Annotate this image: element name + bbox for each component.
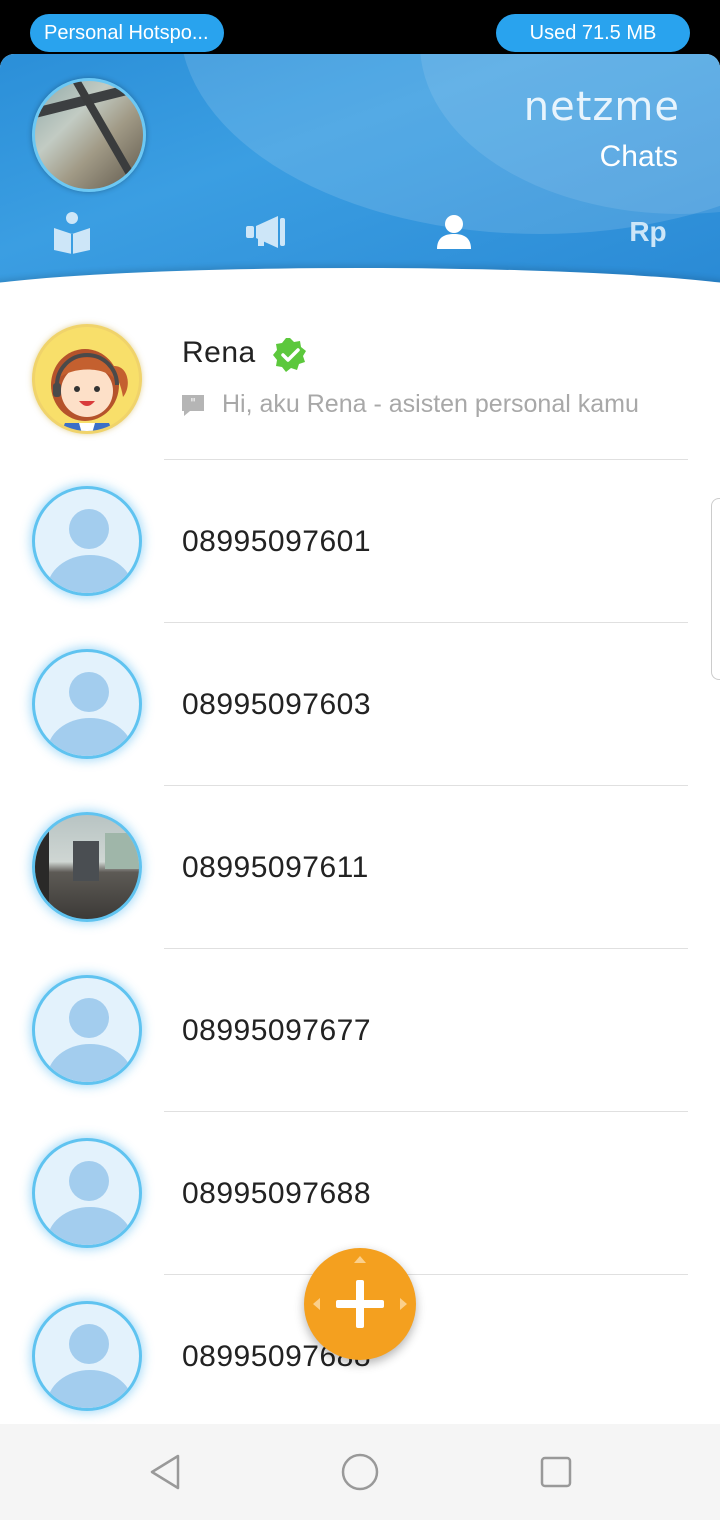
phone-screen: Personal Hotspo... Used 71.5 MB netzme C… [0, 0, 720, 1520]
data-usage-pill[interactable]: Used 71.5 MB [496, 14, 690, 52]
tab-book[interactable] [42, 204, 102, 260]
megaphone-icon [246, 216, 285, 248]
edge-panel-handle[interactable] [711, 498, 720, 680]
header-curve [0, 268, 720, 286]
arrow-right-icon [400, 1298, 407, 1310]
chat-name: Rena [182, 336, 256, 369]
photo-detail [105, 833, 139, 869]
chat-preview-text: Hi, aku Rena - asisten personal kamu [222, 390, 639, 418]
default-avatar [32, 649, 142, 759]
avatar-head [69, 509, 109, 549]
chat-name: 08995097603 [182, 687, 372, 721]
book-icon [54, 212, 90, 254]
photo-avatar [32, 812, 142, 922]
chat-name: 08995097677 [182, 1013, 372, 1047]
avatar-body [47, 718, 133, 756]
app-header: netzme Chats Rp [0, 54, 720, 286]
app-window: netzme Chats Rp Rena " Hi, aku Rena - as… [0, 54, 720, 1424]
chat-name: 08995097601 [182, 524, 372, 558]
home-icon[interactable] [340, 1452, 380, 1492]
chat-row[interactable]: 08995097601 [0, 460, 720, 623]
back-icon[interactable] [146, 1452, 186, 1492]
verified-badge-icon [273, 338, 306, 372]
default-avatar [32, 1301, 142, 1411]
avatar-head [69, 672, 109, 712]
photo-detail [35, 815, 49, 919]
recent-apps-icon[interactable] [536, 1452, 576, 1492]
system-nav-bar [0, 1424, 720, 1520]
plus-icon [356, 1280, 364, 1328]
assistant-avatar [32, 324, 142, 434]
default-avatar [32, 486, 142, 596]
avatar-body [47, 1044, 133, 1082]
quote-icon: " [182, 394, 204, 416]
chat-preview: " Hi, aku Rena - asisten personal kamu [180, 390, 639, 419]
person-icon [437, 215, 471, 249]
default-avatar [32, 975, 142, 1085]
photo-detail [73, 841, 99, 881]
status-bar: Personal Hotspo... Used 71.5 MB [0, 0, 720, 54]
avatar-head [69, 1324, 109, 1364]
page-title: Chats [599, 140, 678, 173]
new-chat-button[interactable] [304, 1248, 416, 1360]
avatar-head [69, 998, 109, 1038]
default-avatar [32, 1138, 142, 1248]
brand-logo: netzme [523, 84, 680, 130]
avatar-body [47, 1370, 133, 1408]
avatar-body [47, 1207, 133, 1245]
profile-avatar[interactable] [32, 78, 146, 192]
arrow-left-icon [313, 1298, 320, 1310]
tab-payments[interactable]: Rp [618, 204, 678, 260]
rupiah-icon: Rp [629, 216, 667, 247]
chat-row[interactable]: 08995097611 [0, 786, 720, 949]
avatar-body [47, 555, 133, 593]
avatar-head [69, 1161, 109, 1201]
hotspot-pill[interactable]: Personal Hotspo... [30, 14, 224, 52]
svg-text:": " [190, 396, 196, 410]
arrow-up-icon [354, 1256, 366, 1263]
chat-row[interactable]: 08995097677 [0, 949, 720, 1112]
chat-name: 08995097611 [182, 850, 369, 884]
assistant-illustration [51, 349, 128, 431]
tab-contacts[interactable] [424, 204, 484, 260]
chat-row[interactable]: 08995097603 [0, 623, 720, 786]
tab-announcements[interactable] [236, 204, 296, 260]
chat-row-rena[interactable]: Rena " Hi, aku Rena - asisten personal k… [0, 300, 720, 460]
